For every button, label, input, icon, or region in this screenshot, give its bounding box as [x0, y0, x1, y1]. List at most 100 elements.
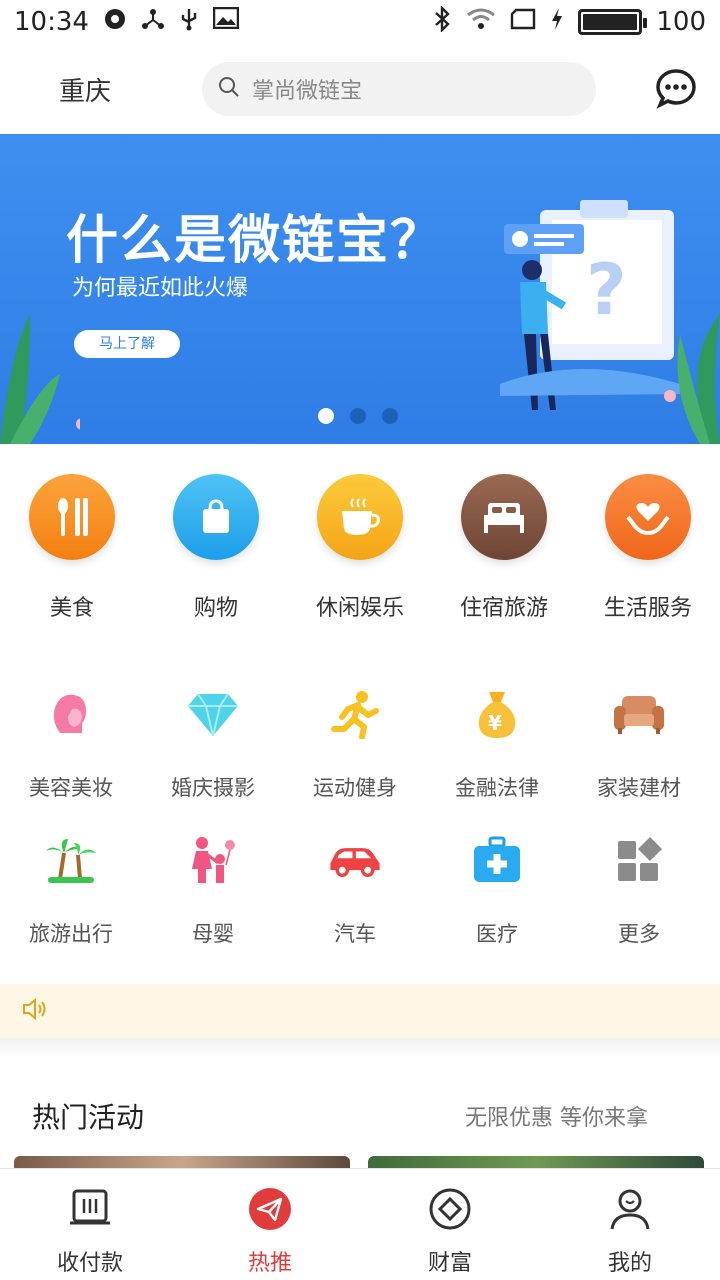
cutlery-icon: [29, 474, 115, 560]
image-icon: [212, 6, 240, 37]
nav-label: 我的: [607, 1251, 652, 1276]
bottom-navigation: 收付款 热推 财富 我的: [0, 1168, 720, 1280]
learn-more-button[interactable]: 马上了解: [74, 330, 180, 358]
category-label: 运动健身: [313, 776, 397, 800]
nav-label: 热推: [247, 1251, 292, 1276]
category-label: 休闲娱乐: [315, 596, 404, 621]
search-icon: [218, 76, 240, 102]
usb-icon: [179, 7, 199, 37]
message-button[interactable]: [654, 67, 698, 111]
category-travel[interactable]: 住宿旅游: [432, 444, 576, 644]
heart-hands-icon: [605, 474, 691, 560]
wifi-icon: [466, 7, 496, 38]
category-label: 美食: [49, 596, 94, 621]
category-fitness[interactable]: 运动健身: [284, 664, 426, 810]
category-services[interactable]: 生活服务: [576, 444, 720, 644]
category-shopping[interactable]: 购物: [144, 444, 288, 644]
mother-child-icon: [185, 832, 241, 888]
category-label: 住宿旅游: [459, 596, 548, 621]
section-divider: [0, 1038, 720, 1058]
woman-profile-icon: [43, 686, 99, 742]
category-trips[interactable]: 旅游出行: [0, 810, 142, 956]
carousel-dot[interactable]: [318, 408, 334, 424]
svg-text:?: ?: [586, 249, 627, 331]
register-icon: [68, 1187, 112, 1231]
runner-icon: [327, 686, 383, 742]
charging-icon: [550, 7, 564, 38]
category-label: 婚庆摄影: [171, 776, 255, 800]
banner-subtitle: 为何最近如此火爆: [72, 276, 249, 301]
category-baby[interactable]: 母婴: [142, 810, 284, 956]
carousel-dot[interactable]: [350, 408, 366, 424]
category-label: 家装建材: [597, 776, 681, 800]
diamond-icon: [185, 686, 241, 742]
top-bar: 重庆 掌尚微链宝: [0, 44, 720, 134]
svg-text:¥: ¥: [488, 711, 502, 735]
category-more[interactable]: 更多: [568, 810, 710, 956]
category-label: 旅游出行: [29, 922, 113, 946]
category-food[interactable]: 美食: [0, 444, 144, 644]
sim-icon: [510, 7, 536, 37]
category-home[interactable]: 家装建材: [568, 664, 710, 810]
nav-payments[interactable]: 收付款: [0, 1169, 180, 1280]
nav-wealth[interactable]: 财富: [360, 1169, 540, 1280]
battery-level: [583, 14, 638, 30]
category-car[interactable]: 汽车: [284, 810, 426, 956]
aperture-icon: [103, 7, 127, 37]
status-bar: 10:34 100: [0, 0, 720, 44]
search-placeholder: 掌尚微链宝: [252, 79, 363, 104]
money-bag-icon: ¥: [469, 686, 525, 742]
shopping-bag-icon: [173, 474, 259, 560]
leaf-decoration-icon: [0, 314, 80, 444]
nav-hot[interactable]: 热推: [180, 1169, 360, 1280]
category-finance[interactable]: ¥ 金融法律: [426, 664, 568, 810]
more-grid-icon: [611, 832, 667, 888]
hot-activities-header: 热门活动 无限优惠 等你来拿: [0, 1086, 720, 1146]
banner-title: 什么是微链宝？: [66, 211, 445, 271]
category-wedding[interactable]: 婚庆摄影: [142, 664, 284, 810]
notification-icons: [103, 6, 240, 37]
bed-icon: [461, 474, 547, 560]
user-icon: [608, 1187, 652, 1231]
search-input[interactable]: 掌尚微链宝: [202, 62, 596, 116]
medical-kit-icon: [469, 832, 525, 888]
paper-plane-icon: [248, 1187, 292, 1231]
bluetooth-icon: [432, 4, 452, 39]
category-label: 生活服务: [603, 596, 692, 621]
city-selector[interactable]: 重庆: [0, 71, 170, 108]
category-label: 购物: [193, 596, 238, 621]
chat-bubble-icon: [656, 69, 696, 109]
category-beauty[interactable]: 美容美妆: [0, 664, 142, 810]
category-label: 美容美妆: [29, 776, 113, 800]
category-row: 旅游出行 母婴 汽车 医疗 更多: [0, 810, 720, 956]
nav-label: 收付款: [56, 1251, 123, 1276]
car-icon: [327, 832, 383, 888]
battery-percent: 100: [656, 7, 706, 37]
category-label: 更多: [618, 922, 660, 946]
section-subtitle[interactable]: 无限优惠 等你来拿: [465, 1100, 648, 1132]
category-label: 母婴: [192, 922, 234, 946]
notice-bar[interactable]: [0, 984, 720, 1038]
share-icon: [141, 7, 165, 37]
coffee-cup-icon: [317, 474, 403, 560]
banner-illustration: ?: [500, 200, 720, 444]
category-medical[interactable]: 医疗: [426, 810, 568, 956]
system-icons: 100: [432, 4, 706, 39]
category-label: 医疗: [476, 922, 518, 946]
secondary-categories: 美容美妆 婚庆摄影 运动健身 ¥ 金融法律 家装建材 旅游出行 母婴 汽车 医疗…: [0, 664, 720, 964]
category-row: 美容美妆 婚庆摄影 运动健身 ¥ 金融法律 家装建材: [0, 664, 720, 810]
battery-icon: [578, 9, 648, 35]
speaker-icon: [22, 997, 48, 1025]
category-label: 汽车: [334, 922, 376, 946]
clock: 10:34: [14, 7, 89, 37]
sofa-icon: [611, 686, 667, 742]
nav-mine[interactable]: 我的: [540, 1169, 720, 1280]
palm-trees-icon: [43, 832, 99, 888]
category-leisure[interactable]: 休闲娱乐: [288, 444, 432, 644]
primary-categories: 美食 购物 休闲娱乐 住宿旅游 生活服务: [0, 444, 720, 644]
nav-label: 财富: [427, 1251, 472, 1276]
carousel-dot[interactable]: [382, 408, 398, 424]
category-label: 金融法律: [455, 776, 539, 800]
carousel-dots: [318, 408, 398, 424]
promo-banner[interactable]: ? 什么是微链宝？ 为何最近如此火爆 马上了解: [0, 134, 720, 444]
